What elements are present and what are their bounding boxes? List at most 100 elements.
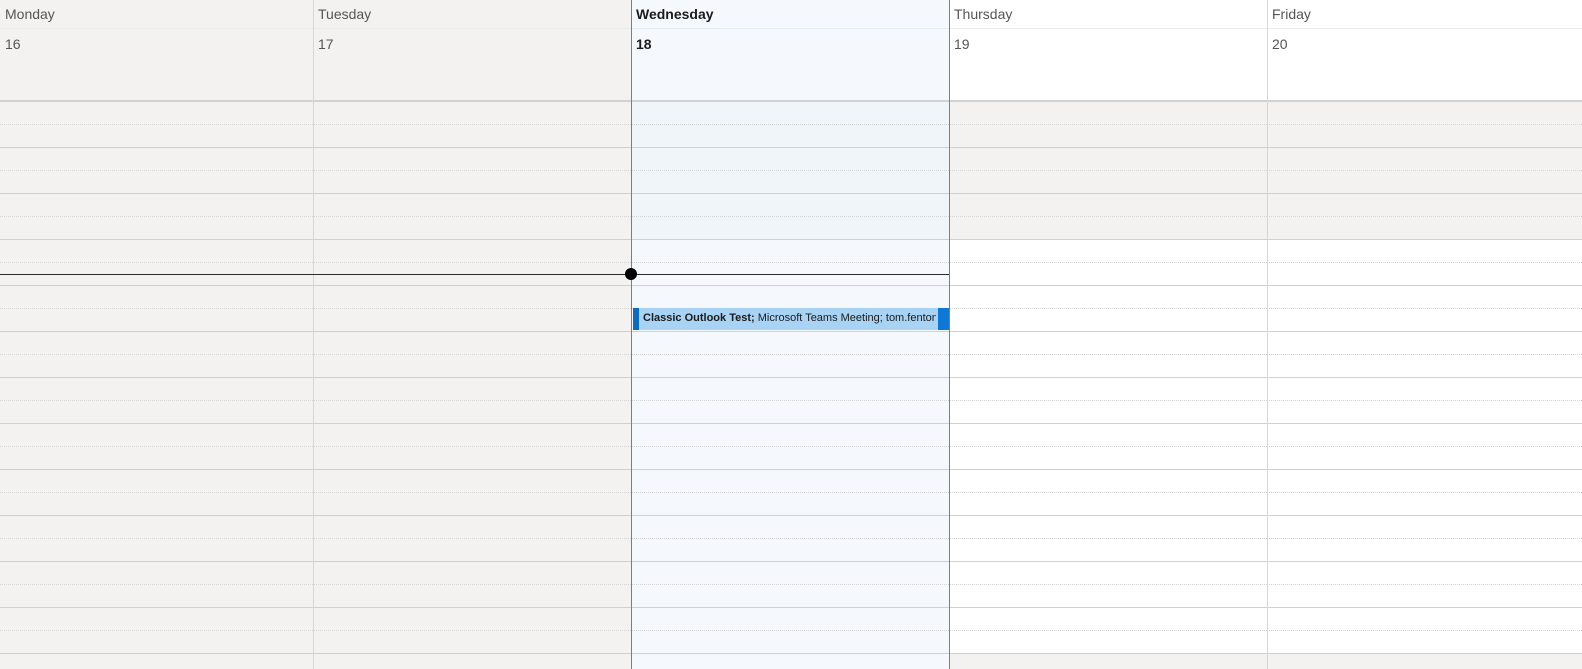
time-slot[interactable] [313, 148, 631, 171]
time-slot[interactable] [0, 355, 313, 378]
time-slot[interactable] [631, 125, 949, 148]
time-slot[interactable] [949, 309, 1267, 332]
time-slot[interactable] [313, 194, 631, 217]
time-slot[interactable] [949, 148, 1267, 171]
time-slot[interactable] [0, 171, 313, 194]
time-slot[interactable] [631, 539, 949, 562]
time-slot[interactable] [949, 125, 1267, 148]
time-slot[interactable] [313, 608, 631, 631]
day-header-thursday[interactable]: Thursday 19 [949, 0, 1267, 100]
time-slot[interactable] [313, 309, 631, 332]
time-slot[interactable] [313, 516, 631, 539]
day-column-monday[interactable] [0, 102, 313, 669]
time-slot[interactable] [0, 217, 313, 240]
time-slot[interactable] [0, 309, 313, 332]
time-slot[interactable] [1267, 401, 1582, 424]
time-slot[interactable] [313, 539, 631, 562]
time-slot[interactable] [949, 516, 1267, 539]
time-slot[interactable] [1267, 171, 1582, 194]
time-slot[interactable] [949, 217, 1267, 240]
time-slot[interactable] [1267, 562, 1582, 585]
time-slot[interactable] [631, 332, 949, 355]
day-header-tuesday[interactable]: Tuesday 17 [313, 0, 631, 100]
time-slot[interactable] [1267, 378, 1582, 401]
time-slot[interactable] [0, 424, 313, 447]
time-slot[interactable] [1267, 263, 1582, 286]
time-slot[interactable] [631, 102, 949, 125]
time-slot[interactable] [1267, 654, 1582, 669]
time-slot[interactable] [313, 102, 631, 125]
time-slot[interactable] [313, 585, 631, 608]
time-slot[interactable] [1267, 424, 1582, 447]
time-slot[interactable] [1267, 125, 1582, 148]
time-slot[interactable] [313, 447, 631, 470]
time-slot[interactable] [0, 194, 313, 217]
time-slot[interactable] [1267, 493, 1582, 516]
time-slot[interactable] [0, 148, 313, 171]
time-slot[interactable] [1267, 608, 1582, 631]
time-slot[interactable] [0, 562, 313, 585]
time-slot[interactable] [949, 562, 1267, 585]
time-slot[interactable] [1267, 447, 1582, 470]
time-slot[interactable] [0, 631, 313, 654]
time-slot[interactable] [313, 240, 631, 263]
time-slot[interactable] [631, 470, 949, 493]
time-slot[interactable] [631, 148, 949, 171]
time-slot[interactable] [1267, 539, 1582, 562]
time-slot[interactable] [0, 470, 313, 493]
time-slot[interactable] [1267, 516, 1582, 539]
time-slot[interactable] [313, 424, 631, 447]
time-slot[interactable] [631, 585, 949, 608]
time-slot[interactable] [631, 171, 949, 194]
time-slot[interactable] [313, 125, 631, 148]
time-slot[interactable] [1267, 240, 1582, 263]
time-slot[interactable] [1267, 148, 1582, 171]
time-slot[interactable] [313, 401, 631, 424]
time-slot[interactable] [631, 286, 949, 309]
time-slot[interactable] [1267, 102, 1582, 125]
time-slot[interactable] [0, 493, 313, 516]
time-slot[interactable] [949, 447, 1267, 470]
time-slot[interactable] [949, 470, 1267, 493]
time-slot[interactable] [313, 286, 631, 309]
time-slot[interactable] [0, 240, 313, 263]
time-slot[interactable] [949, 493, 1267, 516]
time-slot[interactable] [313, 171, 631, 194]
time-slot[interactable] [949, 539, 1267, 562]
time-slot[interactable] [949, 194, 1267, 217]
time-slot[interactable] [0, 654, 313, 669]
day-header-wednesday-today[interactable]: Wednesday 18 [631, 0, 949, 100]
time-slot[interactable] [631, 424, 949, 447]
time-slot[interactable] [631, 631, 949, 654]
time-slot[interactable] [313, 654, 631, 669]
time-slot[interactable] [631, 194, 949, 217]
time-slot[interactable] [631, 401, 949, 424]
day-column-thursday[interactable] [949, 102, 1267, 669]
time-slot[interactable] [949, 332, 1267, 355]
time-slot[interactable] [949, 378, 1267, 401]
time-slot[interactable] [0, 332, 313, 355]
day-header-friday[interactable]: Friday 20 [1267, 0, 1582, 100]
time-slot[interactable] [631, 240, 949, 263]
time-slot[interactable] [631, 447, 949, 470]
time-slot[interactable] [313, 378, 631, 401]
event-resize-handle[interactable] [938, 308, 949, 330]
time-slot[interactable] [631, 493, 949, 516]
time-slot[interactable] [949, 286, 1267, 309]
day-column-tuesday[interactable] [313, 102, 631, 669]
time-slot[interactable] [1267, 332, 1582, 355]
time-slot[interactable] [1267, 286, 1582, 309]
time-slot[interactable] [0, 378, 313, 401]
day-header-monday[interactable]: Monday 16 [0, 0, 313, 100]
time-slot[interactable] [949, 654, 1267, 669]
time-slot[interactable] [313, 355, 631, 378]
time-slot[interactable] [949, 401, 1267, 424]
time-slot[interactable] [1267, 631, 1582, 654]
time-slot[interactable] [313, 470, 631, 493]
time-slot[interactable] [1267, 355, 1582, 378]
time-slot[interactable] [631, 562, 949, 585]
time-slot[interactable] [1267, 309, 1582, 332]
calendar-event[interactable]: Classic Outlook Test; Microsoft Teams Me… [633, 308, 949, 330]
time-slot[interactable] [631, 608, 949, 631]
time-slot[interactable] [1267, 585, 1582, 608]
